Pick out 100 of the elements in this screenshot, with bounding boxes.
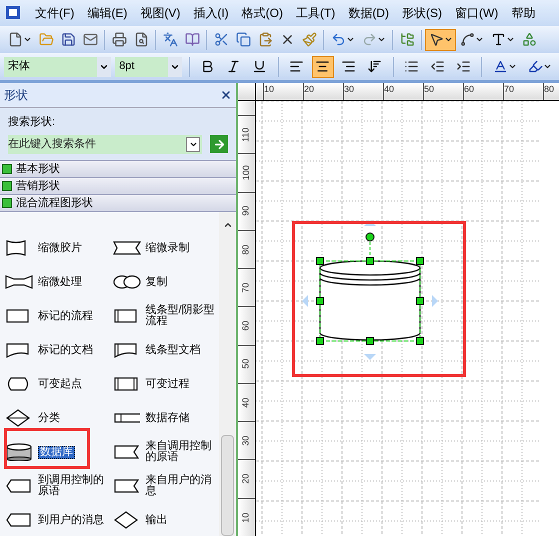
stencil-shape[interactable]: 数据存储 bbox=[112, 409, 219, 427]
menu-item[interactable]: 文件(F) bbox=[35, 4, 74, 22]
stencil-shape[interactable]: 标记的文档 bbox=[4, 341, 114, 359]
stencil-shape[interactable]: 标记的流程 bbox=[4, 307, 114, 325]
ruler-label: 40 bbox=[240, 397, 252, 408]
caret-icon bbox=[346, 35, 354, 44]
font-color-icon bbox=[492, 59, 508, 74]
redo-icon bbox=[362, 32, 376, 47]
stencil-shape[interactable]: 来自用户的消息 bbox=[112, 475, 219, 497]
page-icon bbox=[8, 32, 22, 47]
close-icon[interactable] bbox=[220, 89, 232, 101]
indent-increase-icon bbox=[456, 59, 471, 74]
menu-item[interactable]: 编辑(E) bbox=[87, 4, 128, 22]
connection-arrow-icon[interactable] bbox=[364, 220, 376, 226]
ruler-label: 50 bbox=[240, 359, 252, 370]
font-size-field[interactable]: 8pt bbox=[115, 56, 182, 76]
shape-icon bbox=[112, 443, 142, 461]
clipboard-icon bbox=[258, 32, 272, 47]
ruler-label: 10 bbox=[240, 512, 252, 522]
stencil-shape[interactable]: 线条型/阴影型流程 bbox=[112, 305, 219, 327]
envelope-icon bbox=[82, 32, 98, 47]
ruler-label: 80 bbox=[543, 83, 559, 100]
shape-icon bbox=[4, 443, 34, 461]
folder-icon bbox=[38, 32, 54, 47]
stencil-shape[interactable]: 到用户的消息 bbox=[4, 511, 114, 529]
search-go-button[interactable] bbox=[210, 135, 228, 154]
align-center-icon bbox=[315, 59, 330, 74]
line-color-icon bbox=[528, 59, 542, 74]
arrow-right-icon bbox=[212, 138, 226, 151]
stencil-shape[interactable]: 线条型文档 bbox=[112, 341, 219, 359]
ruler-label: 70 bbox=[503, 83, 543, 100]
stencil-shape[interactable]: 可变过程 bbox=[112, 375, 219, 393]
ruler-label: 100 bbox=[240, 165, 252, 180]
scroll-thumb[interactable] bbox=[221, 435, 234, 536]
indent-decrease-icon bbox=[430, 59, 445, 74]
folder-tree-icon bbox=[400, 32, 414, 47]
ruler-label: 30 bbox=[343, 83, 383, 100]
stencil-header[interactable]: 混合流程图形状 bbox=[0, 194, 236, 211]
copy-icon bbox=[236, 32, 250, 47]
app-icon[interactable] bbox=[4, 4, 22, 22]
scissors-icon bbox=[214, 32, 228, 47]
ruler-label: 30 bbox=[240, 436, 252, 446]
menu-item[interactable]: 插入(I) bbox=[193, 4, 229, 22]
menu-item[interactable]: 格式(O) bbox=[242, 4, 283, 22]
ruler-label: 80 bbox=[240, 244, 252, 254]
ruler-label: 20 bbox=[240, 474, 252, 484]
stencil-shape[interactable]: 复制 bbox=[112, 273, 219, 291]
stencil-shape[interactable]: 缩微胶片 bbox=[4, 239, 114, 257]
menu-item[interactable]: 工具(T) bbox=[296, 4, 336, 22]
connector-icon bbox=[460, 32, 474, 47]
caret-icon bbox=[376, 35, 386, 44]
underline-icon bbox=[252, 59, 268, 74]
pointer-icon bbox=[428, 32, 444, 47]
search-label: 搜索形状: bbox=[8, 114, 56, 130]
menu-item[interactable]: 视图(V) bbox=[140, 4, 180, 22]
font-field[interactable]: 宋体 bbox=[4, 56, 112, 76]
stencil-shape[interactable]: 输出 bbox=[112, 511, 219, 529]
paintbrush-icon bbox=[302, 32, 316, 47]
ruler-label: 90 bbox=[240, 206, 252, 216]
menu-item[interactable]: 数据(D) bbox=[348, 4, 389, 22]
text-tool-icon bbox=[490, 32, 506, 47]
stencil-shape[interactable]: 到调用控制的原语 bbox=[4, 475, 114, 497]
bullet-list-icon bbox=[404, 59, 419, 74]
book-icon bbox=[184, 32, 200, 47]
stencil-shape[interactable]: 缩微处理 bbox=[4, 273, 114, 291]
align-center-button[interactable] bbox=[312, 56, 334, 78]
caret-icon bbox=[506, 35, 514, 44]
stencil-shape[interactable]: 缩微录制 bbox=[112, 239, 219, 257]
pointer-button[interactable] bbox=[425, 28, 456, 50]
stencil-header[interactable]: 营销形状 bbox=[0, 177, 236, 194]
scroll-up-icon[interactable] bbox=[222, 220, 232, 230]
scrollbar[interactable] bbox=[219, 212, 236, 536]
ruler-label: 60 bbox=[463, 83, 503, 100]
ruler-label: 110 bbox=[240, 127, 252, 142]
ruler-label: 50 bbox=[423, 83, 463, 100]
caret-icon bbox=[22, 35, 32, 44]
shape-icon bbox=[112, 477, 142, 495]
ruler-label: 70 bbox=[240, 282, 252, 293]
bold-icon bbox=[200, 59, 216, 74]
stencil-shape[interactable]: 可变起点 bbox=[4, 375, 114, 393]
stencil-shape[interactable]: 分类 bbox=[4, 409, 114, 427]
stencil-header[interactable]: 基本形状 bbox=[0, 160, 236, 177]
shape-icon bbox=[4, 273, 34, 291]
align-left-icon bbox=[289, 59, 304, 74]
menu-item[interactable]: 帮助 bbox=[511, 4, 536, 22]
menu-item[interactable]: 形状(S) bbox=[402, 4, 442, 22]
italic-icon bbox=[226, 59, 242, 74]
panel-title: 形状 bbox=[4, 87, 28, 104]
ruler-label: 60 bbox=[240, 320, 252, 331]
shape-icon bbox=[112, 239, 142, 257]
caret-icon bbox=[444, 35, 452, 44]
printer-icon bbox=[112, 32, 126, 47]
spelling-icon bbox=[162, 32, 178, 47]
stencil-shape[interactable]: 来自调用控制的原语 bbox=[112, 441, 219, 463]
ruler-label: 40 bbox=[383, 83, 423, 100]
text-direction-icon bbox=[367, 59, 382, 74]
caret-icon bbox=[474, 35, 484, 44]
caret-icon bbox=[542, 62, 552, 71]
caret-icon bbox=[508, 62, 516, 71]
menu-item[interactable]: 窗口(W) bbox=[454, 4, 498, 22]
